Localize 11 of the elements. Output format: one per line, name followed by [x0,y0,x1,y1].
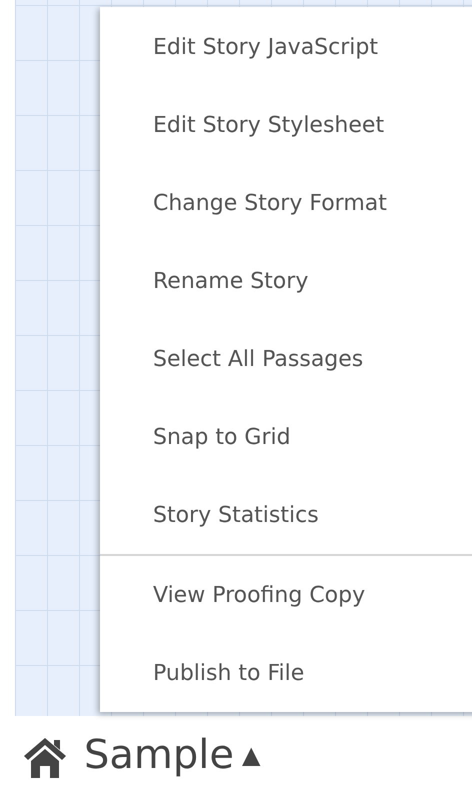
menu-item[interactable]: Edit Story JavaScript [100,8,472,86]
menu-item[interactable]: Snap to Grid [100,398,472,476]
menu-item[interactable]: Select All Passages [100,320,472,398]
menu-item[interactable]: Rename Story [100,242,472,320]
menu-item[interactable]: Edit Story Stylesheet [100,86,472,164]
menu-item[interactable]: Publish to File [100,634,472,712]
caret-icon: ▲ [242,741,260,769]
menu-item[interactable]: Story Statistics [100,476,472,554]
menu-item[interactable]: View Proofing Copy [100,556,472,634]
menu-item[interactable]: Change Story Format [100,164,472,242]
story-title-button[interactable]: Sample ▲ [84,732,260,778]
